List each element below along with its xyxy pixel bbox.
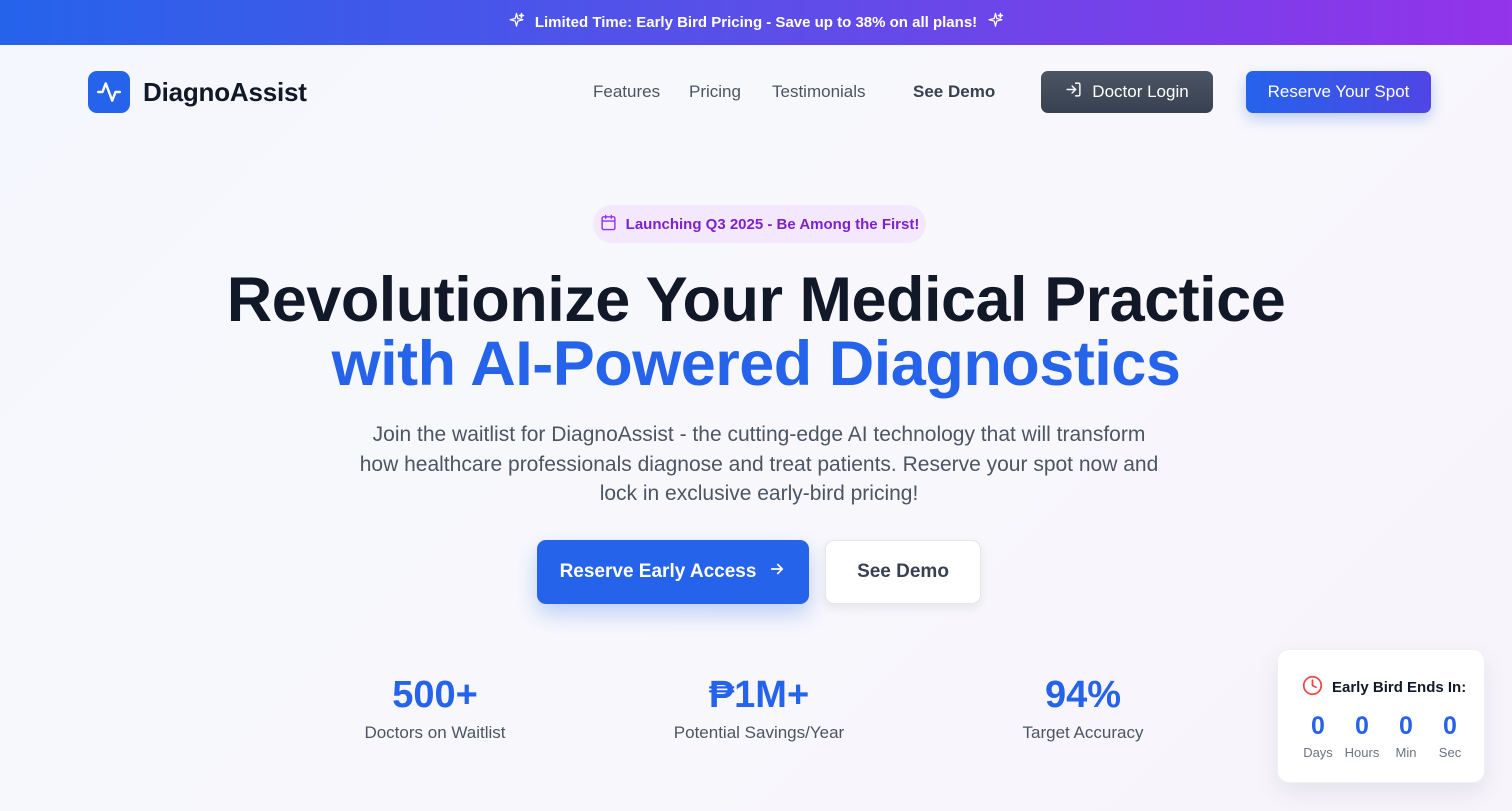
brand-link[interactable]: DiagnoAssist <box>88 71 307 113</box>
nav-see-demo-link[interactable]: See Demo <box>913 81 995 103</box>
countdown-hours: 0 Hours <box>1342 712 1382 760</box>
countdown-value: 0 <box>1443 712 1457 740</box>
countdown-value: 0 <box>1311 712 1325 740</box>
countdown-units: 0 Days 0 Hours 0 Min 0 Sec <box>1298 712 1470 760</box>
hero-title: Revolutionize Your Medical Practice with… <box>0 268 1512 396</box>
hero-subtitle: Join the waitlist for DiagnoAssist - the… <box>359 423 1159 505</box>
stat-value: 500+ <box>392 674 478 716</box>
sparkles-icon <box>508 12 525 33</box>
see-demo-button[interactable]: See Demo <box>825 540 981 604</box>
stat-doctors: 500+ Doctors on Waitlist <box>305 672 565 743</box>
countdown-days: 0 Days <box>1298 712 1338 760</box>
doctor-login-button[interactable]: Doctor Login <box>1041 71 1213 113</box>
stat-label: Doctors on Waitlist <box>364 723 506 742</box>
hero-title-line1: Revolutionize Your Medical Practice <box>226 265 1286 335</box>
stat-accuracy: 94% Target Accuracy <box>953 672 1213 743</box>
sparkles-icon <box>987 12 1004 33</box>
log-in-icon <box>1065 81 1082 103</box>
countdown-label: Min <box>1395 745 1417 760</box>
countdown-label: Days <box>1303 745 1333 760</box>
countdown-header: Early Bird Ends In: <box>1302 675 1466 700</box>
calendar-icon <box>600 214 617 235</box>
activity-pulse-icon <box>88 71 130 113</box>
navbar: DiagnoAssist Features Pricing Testimonia… <box>0 45 1512 139</box>
brand-name: DiagnoAssist <box>143 76 307 107</box>
countdown-value: 0 <box>1399 712 1413 740</box>
launch-badge-text: Launching Q3 2025 - Be Among the First! <box>625 215 920 233</box>
promo-text: Limited Time: Early Bird Pricing - Save … <box>534 14 978 31</box>
countdown-minutes: 0 Min <box>1386 712 1426 760</box>
reserve-early-access-button[interactable]: Reserve Early Access <box>537 540 809 604</box>
countdown-label: Hours <box>1344 745 1380 760</box>
stat-savings: ₱1M+ Potential Savings/Year <box>629 672 889 743</box>
stat-value: ₱1M+ <box>708 674 810 716</box>
nav-link-testimonials[interactable]: Testimonials <box>772 81 866 103</box>
countdown-seconds: 0 Sec <box>1430 712 1470 760</box>
reserve-your-spot-button[interactable]: Reserve Your Spot <box>1246 71 1431 113</box>
countdown-title: Early Bird Ends In: <box>1332 679 1467 696</box>
launch-badge: Launching Q3 2025 - Be Among the First! <box>593 205 926 243</box>
doctor-login-label: Doctor Login <box>1092 82 1189 101</box>
stat-value: 94% <box>1044 674 1122 716</box>
promo-banner: Limited Time: Early Bird Pricing - Save … <box>0 0 1512 45</box>
countdown-value: 0 <box>1355 712 1369 740</box>
stat-label: Potential Savings/Year <box>673 723 845 742</box>
arrow-right-icon <box>768 560 786 584</box>
nav-link-features[interactable]: Features <box>593 81 660 103</box>
clock-icon <box>1302 675 1323 700</box>
countdown-label: Sec <box>1438 745 1462 760</box>
hero-title-line2: with AI-Powered Diagnostics <box>331 329 1181 399</box>
nav-link-pricing[interactable]: Pricing <box>689 81 741 103</box>
stat-label: Target Accuracy <box>1022 723 1144 742</box>
early-bird-countdown-card: Early Bird Ends In: 0 Days 0 Hours 0 Min… <box>1277 649 1485 783</box>
reserve-early-access-label: Reserve Early Access <box>559 561 757 582</box>
